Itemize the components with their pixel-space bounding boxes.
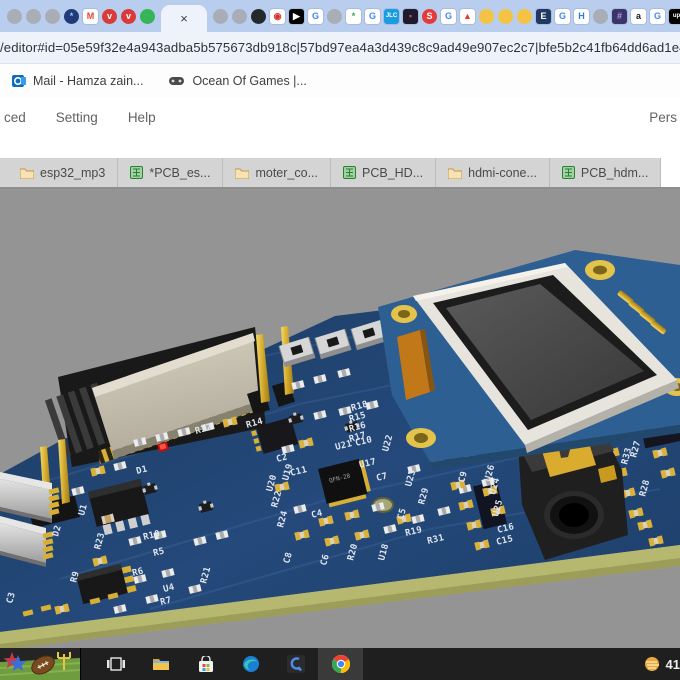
tab-favicons-right: ◉▶G*GJLC▪SG▲EGH#aGupR: [211, 8, 680, 24]
tab-label: PCB_hdm...: [580, 165, 649, 180]
folder-icon: [20, 168, 34, 179]
generic-tab[interactable]: [45, 8, 60, 24]
task-view-button[interactable]: [93, 648, 138, 680]
editor-menu-bar: ced Setting Help Pers: [0, 98, 680, 158]
menu-item-setting[interactable]: Setting: [56, 110, 98, 125]
tab-hdmi-cone[interactable]: hdmi-cone...: [436, 158, 550, 187]
pcb-file-icon: [130, 166, 144, 179]
tab-label: PCB_HD...: [362, 165, 424, 180]
pcb-file-icon: [561, 166, 575, 179]
google-tab[interactable]: G: [650, 8, 665, 24]
outlook-icon: [12, 75, 26, 87]
tab-favicons-left: * Mv v: [5, 8, 157, 24]
red-spiral-tab[interactable]: ◉: [270, 8, 285, 24]
pcb-file-icon: [343, 166, 356, 179]
folder-icon: [235, 168, 250, 179]
bookmark-games[interactable]: Ocean Of Games |...: [169, 74, 307, 88]
menu-item-advanced[interactable]: ced: [4, 110, 26, 125]
browser-tab-strip: *Mvv × ◉▶G*GJLC▪SG▲EGH#aGupR: [0, 0, 680, 32]
sun-haze-icon: [644, 657, 659, 671]
3d-viewport[interactable]: QFN-28 R12 R14 D1 C2 C11 U20 R22 U19 R18 R15 R16 R1…: [0, 189, 680, 650]
tab-label: *PCB_es...: [149, 165, 211, 180]
google-tab[interactable]: G: [365, 8, 380, 24]
dark-red-tab[interactable]: ▪: [403, 8, 418, 24]
active-browser-tab[interactable]: ×: [161, 5, 207, 32]
gmail-tab[interactable]: M: [83, 8, 98, 24]
close-icon[interactable]: ×: [180, 11, 188, 26]
gamepad-icon: [169, 77, 185, 85]
tab-esp32-mp3[interactable]: esp32_mp3: [8, 158, 119, 187]
emoji-tab[interactable]: [479, 8, 494, 24]
document-tab-bar: esp32_mp3 *PCB_es... moter_co... PCB_HD.…: [0, 158, 680, 189]
weather-widget[interactable]: 41: [644, 656, 680, 672]
url-text: /editor#id=05e59f32e4a943adba5b575673db9…: [0, 40, 680, 55]
google-tab[interactable]: G: [308, 8, 323, 24]
navy-e-tab[interactable]: E: [536, 8, 551, 24]
generic-tab[interactable]: [593, 8, 608, 24]
edge-button[interactable]: [228, 648, 273, 680]
bookmark-label: Ocean Of Games |...: [192, 74, 307, 88]
generic-tab[interactable]: [7, 8, 22, 24]
red-app-tab[interactable]: v: [102, 8, 117, 24]
tab-pcb-hd[interactable]: PCB_HD...: [331, 158, 437, 187]
pinwheel-tab[interactable]: *: [64, 8, 79, 24]
google-tab[interactable]: G: [441, 8, 456, 24]
blue-app-button[interactable]: [273, 648, 318, 680]
green-bolt-tab[interactable]: [140, 8, 155, 24]
generic-tab[interactable]: [232, 8, 247, 24]
bookmark-label: Mail - Hamza zain...: [33, 74, 144, 88]
tab-3d-view[interactable]: 3D View: [661, 158, 680, 187]
generic-tab[interactable]: [213, 8, 228, 24]
jlcpcb-tab[interactable]: JLC: [384, 8, 399, 24]
address-bar[interactable]: /editor#id=05e59f32e4a943adba5b575673db9…: [0, 32, 680, 64]
file-explorer-button[interactable]: [138, 648, 183, 680]
ms-store-button[interactable]: [183, 648, 228, 680]
green-flower-tab[interactable]: *: [346, 8, 361, 24]
folder-icon: [448, 168, 463, 179]
tab-moter-co[interactable]: moter_co...: [223, 158, 331, 187]
pcb-3d-render: QFN-28 R12 R14D1C2C11U20R22U19R18R15R16R1…: [0, 189, 680, 650]
red-s-tab[interactable]: S: [422, 8, 437, 24]
play-tab[interactable]: ▶: [289, 8, 304, 24]
menu-item-personal[interactable]: Pers: [649, 110, 677, 125]
tab-pcb-hdm[interactable]: PCB_hdm...: [550, 158, 662, 187]
emoji-tab[interactable]: [498, 8, 513, 24]
emoji-tab[interactable]: [517, 8, 532, 24]
tab-label: hdmi-cone...: [468, 165, 537, 180]
windows-taskbar: 41: [0, 648, 680, 680]
google-tab[interactable]: G: [555, 8, 570, 24]
tab-label: esp32_mp3: [40, 165, 106, 180]
generic-tab[interactable]: [26, 8, 41, 24]
tab-label: moter_co...: [255, 165, 318, 180]
tab-pcb-es[interactable]: *PCB_es...: [118, 158, 224, 187]
generic-tab[interactable]: [327, 8, 342, 24]
temperature-label: 41: [665, 656, 680, 672]
blue-h-tab[interactable]: H: [574, 8, 589, 24]
chart-tab[interactable]: ▲: [460, 8, 475, 24]
amazon-tab[interactable]: a: [631, 8, 646, 24]
github-tab[interactable]: [251, 8, 266, 24]
red-app-tab[interactable]: v: [121, 8, 136, 24]
chrome-button[interactable]: [318, 648, 363, 680]
bookmark-mail[interactable]: Mail - Hamza zain...: [12, 74, 143, 88]
bookmarks-bar: Mail - Hamza zain... Ocean Of Games |...: [0, 64, 680, 98]
game-window-thumbnail[interactable]: [0, 648, 81, 680]
purple-box-tab[interactable]: #: [612, 8, 627, 24]
black-up-tab[interactable]: up: [669, 8, 680, 24]
menu-item-help[interactable]: Help: [128, 110, 156, 125]
